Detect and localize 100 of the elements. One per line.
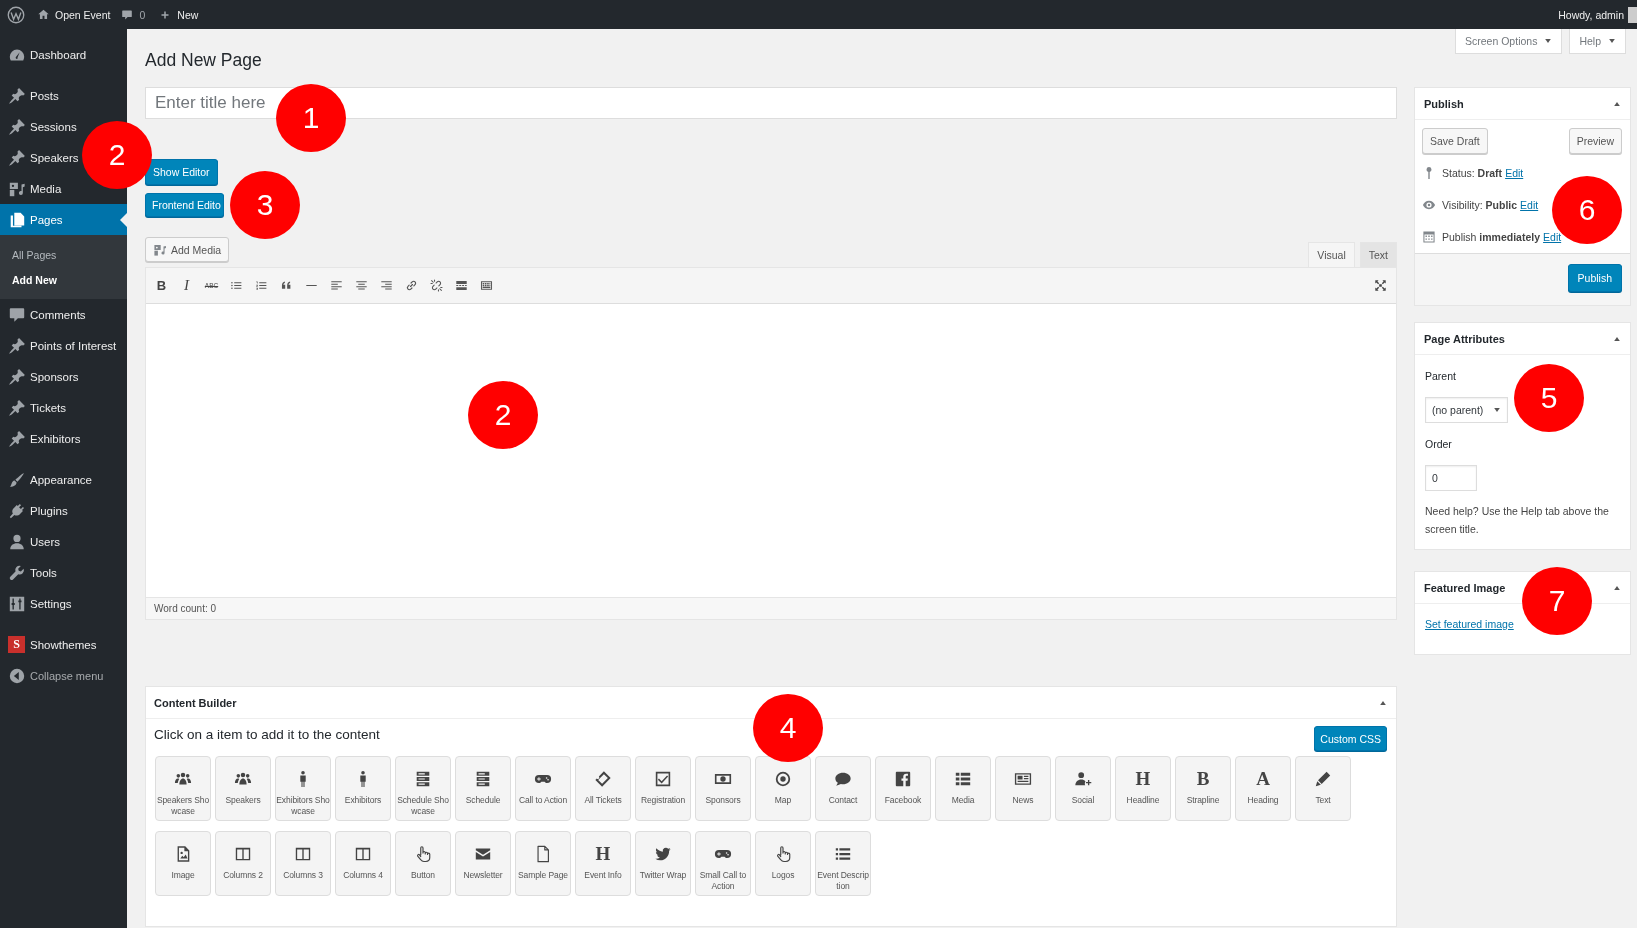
help-text: Need help? Use the Help tab above the screen title.	[1425, 504, 1610, 537]
read-more-icon[interactable]	[455, 279, 468, 292]
menu-item[interactable]: Pages	[0, 204, 127, 235]
show-editor-button[interactable]: Show Editor	[145, 159, 218, 185]
menu-item[interactable]: Media	[0, 173, 62, 204]
quote-icon[interactable]	[280, 279, 293, 292]
builder-item[interactable]: Text	[1295, 756, 1351, 821]
fullscreen-icon[interactable]	[1374, 279, 1387, 292]
site-link[interactable]: Open Event	[37, 8, 111, 21]
publish-button[interactable]: Publish	[1567, 264, 1622, 292]
submenu-item[interactable]: All Pages	[0, 242, 127, 267]
builder-item[interactable]: Newsletter	[455, 831, 511, 896]
new-link[interactable]: New	[160, 8, 199, 21]
align-center-icon[interactable]	[355, 279, 368, 292]
menu-item[interactable]: Posts	[0, 80, 59, 111]
speech-bubble-icon	[834, 770, 852, 788]
builder-item[interactable]: Small Call to Action	[695, 831, 751, 896]
align-left-icon[interactable]	[330, 279, 343, 292]
menu-item[interactable]: S Showthemes	[0, 629, 97, 660]
builder-item[interactable]: Facebook	[875, 756, 931, 821]
menu-item[interactable]: Speakers	[0, 142, 79, 173]
builder-item[interactable]: All Tickets	[575, 756, 631, 821]
media-icon	[153, 242, 167, 257]
builder-item[interactable]: Event Description	[815, 831, 871, 896]
toolbar-toggle-icon[interactable]	[480, 279, 493, 292]
builder-item[interactable]: Logos	[755, 831, 811, 896]
builder-item[interactable]: Call to Action	[515, 756, 571, 821]
menu-item[interactable]: Tools	[0, 557, 57, 588]
builder-item[interactable]: Sample Page	[515, 831, 571, 896]
menu-item[interactable]: Plugins	[0, 495, 68, 526]
align-right-icon[interactable]	[380, 279, 393, 292]
builder-item[interactable]: Image	[155, 831, 211, 896]
builder-item[interactable]: Schedule	[455, 756, 511, 821]
menu-item[interactable]: Settings	[0, 588, 72, 619]
builder-item[interactable]: Exhibitors Showcase	[275, 756, 331, 821]
builder-item[interactable]: A Heading	[1235, 756, 1291, 821]
menu-item[interactable]: Appearance	[0, 464, 93, 495]
bullet-list-icon[interactable]	[230, 279, 243, 292]
editor-tab[interactable]: Visual	[1308, 242, 1355, 267]
menu-item[interactable]: Tickets	[0, 392, 66, 423]
builder-item[interactable]: Columns 3	[275, 831, 331, 896]
unlink-icon[interactable]	[430, 279, 443, 292]
logo-icon[interactable]	[7, 5, 25, 24]
menu-item[interactable]: Users	[0, 526, 61, 557]
parent-select[interactable]: (no parent)	[1425, 397, 1508, 423]
builder-item[interactable]: Speakers	[215, 756, 271, 821]
preview-button[interactable]: Preview	[1568, 128, 1622, 154]
numbered-list-icon[interactable]	[255, 279, 268, 292]
builder-item[interactable]: Sponsors	[695, 756, 751, 821]
menu-item[interactable]: Sponsors	[0, 361, 79, 392]
paintbrush-icon	[8, 470, 26, 489]
newspaper-icon	[1014, 770, 1032, 788]
builder-item[interactable]: Contact	[815, 756, 871, 821]
collapse-menu-button[interactable]: Collapse menu	[0, 660, 104, 691]
list-icon	[834, 845, 852, 863]
builder-item[interactable]: News	[995, 756, 1051, 821]
builder-item[interactable]: H Headline	[1115, 756, 1171, 821]
featured-image-link[interactable]: Set featured image	[1425, 618, 1514, 630]
edit-link[interactable]: Edit	[1505, 167, 1524, 179]
menu-item[interactable]: Sessions	[0, 111, 77, 142]
builder-item[interactable]: B Strapline	[1175, 756, 1231, 821]
speech-bubble-icon	[8, 305, 26, 324]
account-link[interactable]: Howdy, admin	[1558, 8, 1624, 21]
builder-item[interactable]: Schedule Showcase	[395, 756, 451, 821]
submenu-item[interactable]: Add New	[0, 267, 127, 292]
bird-icon	[654, 845, 672, 863]
builder-item[interactable]: Twitter Wrap	[635, 831, 691, 896]
builder-item[interactable]: Social	[1055, 756, 1111, 821]
editor-tab[interactable]: Text	[1359, 242, 1397, 267]
publish-info-text: Publish immediately	[1442, 231, 1541, 243]
builder-item[interactable]: Button	[395, 831, 451, 896]
order-field[interactable]: 0	[1425, 465, 1477, 491]
save-draft-button[interactable]: Save Draft	[1422, 128, 1488, 154]
list-icon	[954, 770, 972, 788]
edit-link[interactable]: Edit	[1520, 199, 1539, 211]
builder-item[interactable]: Columns 4	[335, 831, 391, 896]
builder-item[interactable]: Registration	[635, 756, 691, 821]
comments-link[interactable]: 0	[121, 8, 146, 21]
custom-css-button[interactable]: Custom CSS	[1314, 726, 1387, 751]
screen-meta-tab[interactable]: Help	[1569, 29, 1626, 54]
menu-item[interactable]: Exhibitors	[0, 423, 81, 454]
add-media-button[interactable]: Add Media	[145, 237, 230, 262]
facebook-icon	[894, 770, 912, 788]
menu-item[interactable]: Dashboard	[0, 39, 87, 70]
bold-button[interactable]: B	[149, 273, 174, 298]
builder-item[interactable]: Media	[935, 756, 991, 821]
screen-meta-tab[interactable]: Screen Options	[1455, 29, 1563, 54]
page-title: Add New Page	[145, 49, 262, 72]
frontend-editor-button[interactable]: Frontend Edito	[145, 193, 224, 217]
menu-item[interactable]: Comments	[0, 299, 86, 330]
link-icon[interactable]	[405, 279, 418, 292]
wrench-icon	[8, 563, 26, 582]
builder-item[interactable]: H Event Info	[575, 831, 631, 896]
menu-item[interactable]: Points of Interest	[0, 330, 117, 361]
italic-button[interactable]: I	[174, 273, 199, 298]
builder-item[interactable]: Map	[755, 756, 811, 821]
builder-item[interactable]: Columns 2	[215, 831, 271, 896]
edit-link[interactable]: Edit	[1543, 231, 1562, 243]
builder-item[interactable]: Exhibitors	[335, 756, 391, 821]
builder-item[interactable]: Speakers Showcase	[155, 756, 211, 821]
